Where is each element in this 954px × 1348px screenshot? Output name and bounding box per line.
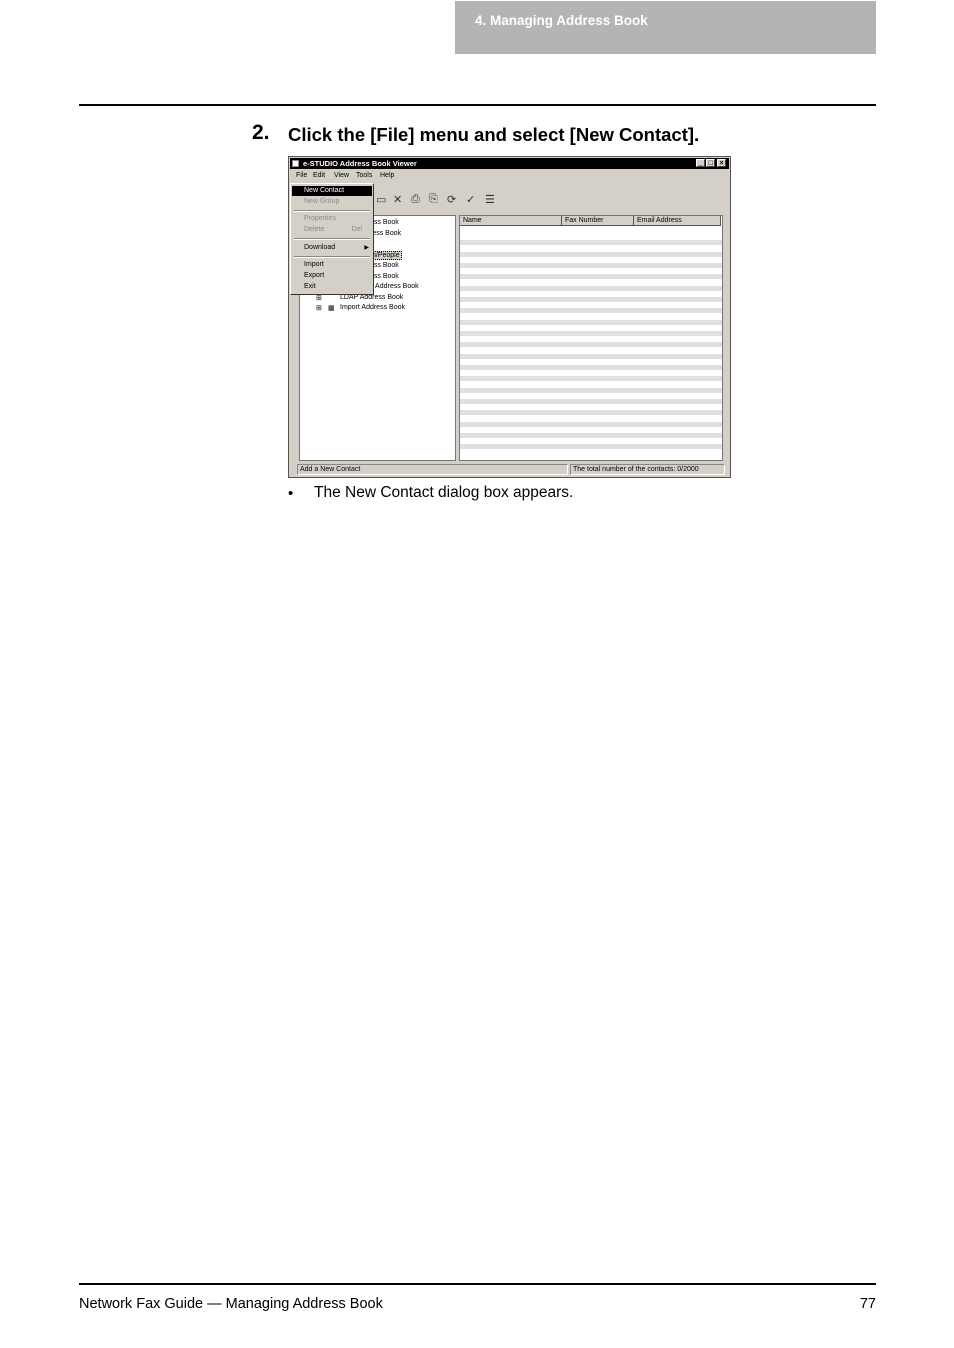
delete-tool-icon[interactable]: ✕	[393, 193, 402, 206]
delete-shortcut: Del	[351, 226, 362, 233]
column-header-fax[interactable]: Fax Number	[562, 216, 634, 226]
list-row	[460, 240, 722, 245]
tree-node[interactable]: ress Book	[370, 230, 401, 237]
list-row	[460, 354, 722, 359]
page-number: 77	[859, 1296, 876, 1312]
step-instruction: Click the [File] menu and select [New Co…	[288, 124, 700, 145]
menu-item-exit[interactable]: Exit	[292, 282, 372, 292]
upload-tool-icon[interactable]: ⎘	[429, 193, 438, 206]
result-note: The New Contact dialog box appears.	[314, 484, 574, 501]
download-tool-icon[interactable]: ⎙	[411, 193, 420, 206]
list-row	[460, 342, 722, 347]
section-header: 4. Managing Address Book	[455, 1, 876, 54]
list-row	[460, 410, 722, 415]
tree-node[interactable]: ess Book	[370, 273, 399, 280]
tree-node[interactable]: ess Book	[370, 262, 399, 269]
menu-item-new-contact[interactable]: New Contact	[292, 186, 372, 196]
column-header-name[interactable]: Name	[460, 216, 562, 226]
maximize-button[interactable]: □	[706, 159, 715, 167]
window-titlebar: e-STUDIO Address Book Viewer _ □ ×	[290, 158, 729, 169]
menu-item-delete-label: Delete	[304, 226, 325, 233]
column-header-email[interactable]: Email Address	[634, 216, 721, 226]
window-title: e-STUDIO Address Book Viewer	[303, 159, 417, 168]
file-menu-dropdown: New Contact New Group Properties Delete …	[290, 183, 374, 295]
check-tool-icon[interactable]: ✓	[466, 193, 475, 206]
minimize-button[interactable]: _	[696, 159, 705, 167]
list-tool-icon[interactable]: ☰	[485, 193, 495, 206]
app-icon	[292, 160, 299, 167]
step-number: 2.	[252, 121, 270, 144]
submenu-arrow-icon: ▶	[364, 245, 369, 251]
list-row	[460, 444, 722, 449]
menu-item-download[interactable]: Download ▶	[292, 243, 372, 253]
menu-item-export[interactable]: Export	[292, 271, 372, 281]
status-contact-count: The total number of the contacts: 0/2000	[570, 464, 725, 475]
menu-item-import[interactable]: Import	[292, 260, 372, 270]
list-row	[460, 320, 722, 325]
sync-tool-icon[interactable]: ⟳	[447, 193, 456, 206]
list-row	[460, 422, 722, 427]
list-row	[460, 263, 722, 268]
list-row	[460, 274, 722, 279]
menubar: File Edit View Tools Help	[290, 171, 729, 182]
bottom-divider	[79, 1283, 876, 1285]
menu-item-delete[interactable]: Delete Del	[292, 225, 372, 235]
close-button[interactable]: ×	[717, 159, 726, 167]
expand-icon[interactable]: ⊞	[316, 294, 322, 302]
menu-file[interactable]: File	[296, 172, 307, 179]
menu-item-properties[interactable]: Properties	[292, 214, 372, 224]
menu-separator	[294, 210, 370, 212]
list-row	[460, 331, 722, 336]
tree-node[interactable]: s Address Book	[370, 283, 419, 290]
menu-separator	[294, 256, 370, 258]
list-row	[460, 388, 722, 393]
book-icon: ▦	[328, 305, 335, 312]
app-window-screenshot: e-STUDIO Address Book Viewer _ □ × File …	[288, 156, 731, 478]
tree-node[interactable]: LDAP Address Book	[340, 294, 403, 301]
tree-node[interactable]: Import Address Book	[340, 304, 405, 311]
list-row	[460, 297, 722, 302]
tree-node[interactable]: ess Book	[370, 219, 399, 226]
properties-tool-icon[interactable]: ▭	[376, 193, 386, 206]
menu-item-new-group[interactable]: New Group	[292, 197, 372, 207]
list-row	[460, 399, 722, 404]
menu-item-download-label: Download	[304, 244, 336, 251]
list-row	[460, 252, 722, 257]
bullet-icon: •	[288, 485, 294, 502]
list-row	[460, 286, 722, 291]
contact-list[interactable]: Name Fax Number Email Address	[459, 215, 723, 461]
menu-separator	[294, 238, 370, 240]
menu-help[interactable]: Help	[380, 172, 394, 179]
status-bar: Add a New Contact The total number of th…	[297, 464, 725, 475]
list-row	[460, 433, 722, 438]
menu-edit[interactable]: Edit	[313, 172, 325, 179]
section-title: 4. Managing Address Book	[475, 13, 648, 28]
top-divider	[79, 104, 876, 106]
list-row	[460, 308, 722, 313]
list-row	[460, 365, 722, 370]
menu-view[interactable]: View	[334, 172, 349, 179]
status-message: Add a New Contact	[297, 464, 568, 475]
tree-node-selected[interactable]: n/People	[370, 251, 402, 260]
expand-icon[interactable]: ⊞	[316, 304, 322, 312]
list-row	[460, 376, 722, 381]
menu-tools[interactable]: Tools	[356, 172, 372, 179]
footer-title: Network Fax Guide — Managing Address Boo…	[79, 1296, 383, 1312]
